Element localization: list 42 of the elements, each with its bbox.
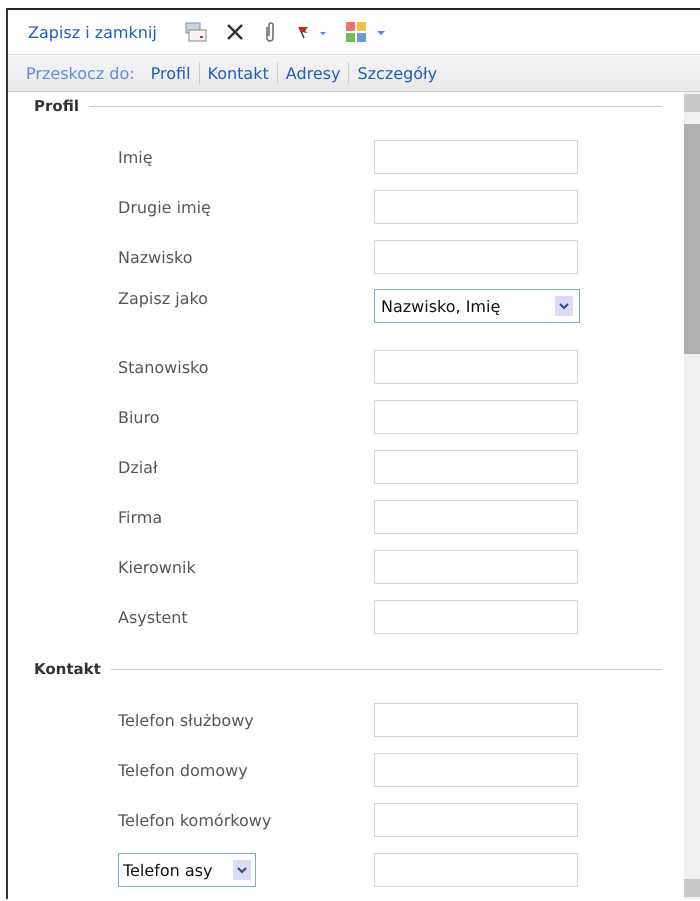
envelope-icon[interactable] (182, 21, 207, 43)
field-label: Zapisz jako (118, 289, 208, 308)
input-field[interactable] (374, 703, 578, 737)
field-label: Nazwisko (118, 248, 193, 266)
field-label: Kierownik (118, 558, 196, 576)
field-label: Asystent (118, 608, 188, 626)
categories-dropdown-icon[interactable] (344, 21, 387, 43)
chevron-down-icon (233, 860, 251, 880)
input-field[interactable] (374, 140, 578, 174)
close-icon[interactable] (224, 22, 245, 42)
chevron-down-icon (555, 296, 573, 316)
field-label: Stanowisko (118, 358, 209, 376)
section-title: Profil (34, 97, 79, 115)
field-label: Biuro (118, 408, 160, 426)
field-label: Drugie imię (118, 198, 211, 216)
input-field[interactable] (374, 600, 578, 634)
input-field[interactable] (374, 240, 578, 274)
phone-type-dropdown[interactable]: Telefon asy (118, 853, 256, 887)
jump-to-label: Przeskocz do: (26, 64, 135, 82)
save-and-close-button[interactable]: Zapisz i zamknij (26, 20, 159, 44)
input-field[interactable] (374, 350, 578, 384)
field-label: Telefon domowy (118, 760, 248, 780)
field-label: Firma (118, 508, 162, 526)
input-field[interactable] (374, 500, 578, 534)
input-field[interactable] (374, 803, 578, 837)
input-field[interactable] (374, 853, 578, 887)
file-as-dropdown[interactable]: Nazwisko, Imię (374, 289, 580, 323)
field-label: Telefon służbowy (118, 710, 254, 730)
field-label: Dział (118, 458, 158, 476)
field-label: Imię (118, 148, 153, 166)
input-field[interactable] (374, 190, 578, 224)
input-field[interactable] (374, 550, 578, 584)
section-title: Kontakt (34, 660, 101, 678)
input-field[interactable] (374, 450, 578, 484)
field-label: Telefon komórkowy (118, 810, 272, 830)
jump-link[interactable]: Kontakt (200, 64, 277, 82)
jump-link[interactable]: Adresy (278, 64, 348, 82)
jump-link[interactable]: Profil (142, 64, 199, 82)
input-field[interactable] (374, 400, 578, 434)
input-field[interactable] (374, 753, 578, 787)
scrollbar[interactable] (684, 92, 700, 899)
jump-link[interactable]: Szczegóły (349, 64, 446, 82)
